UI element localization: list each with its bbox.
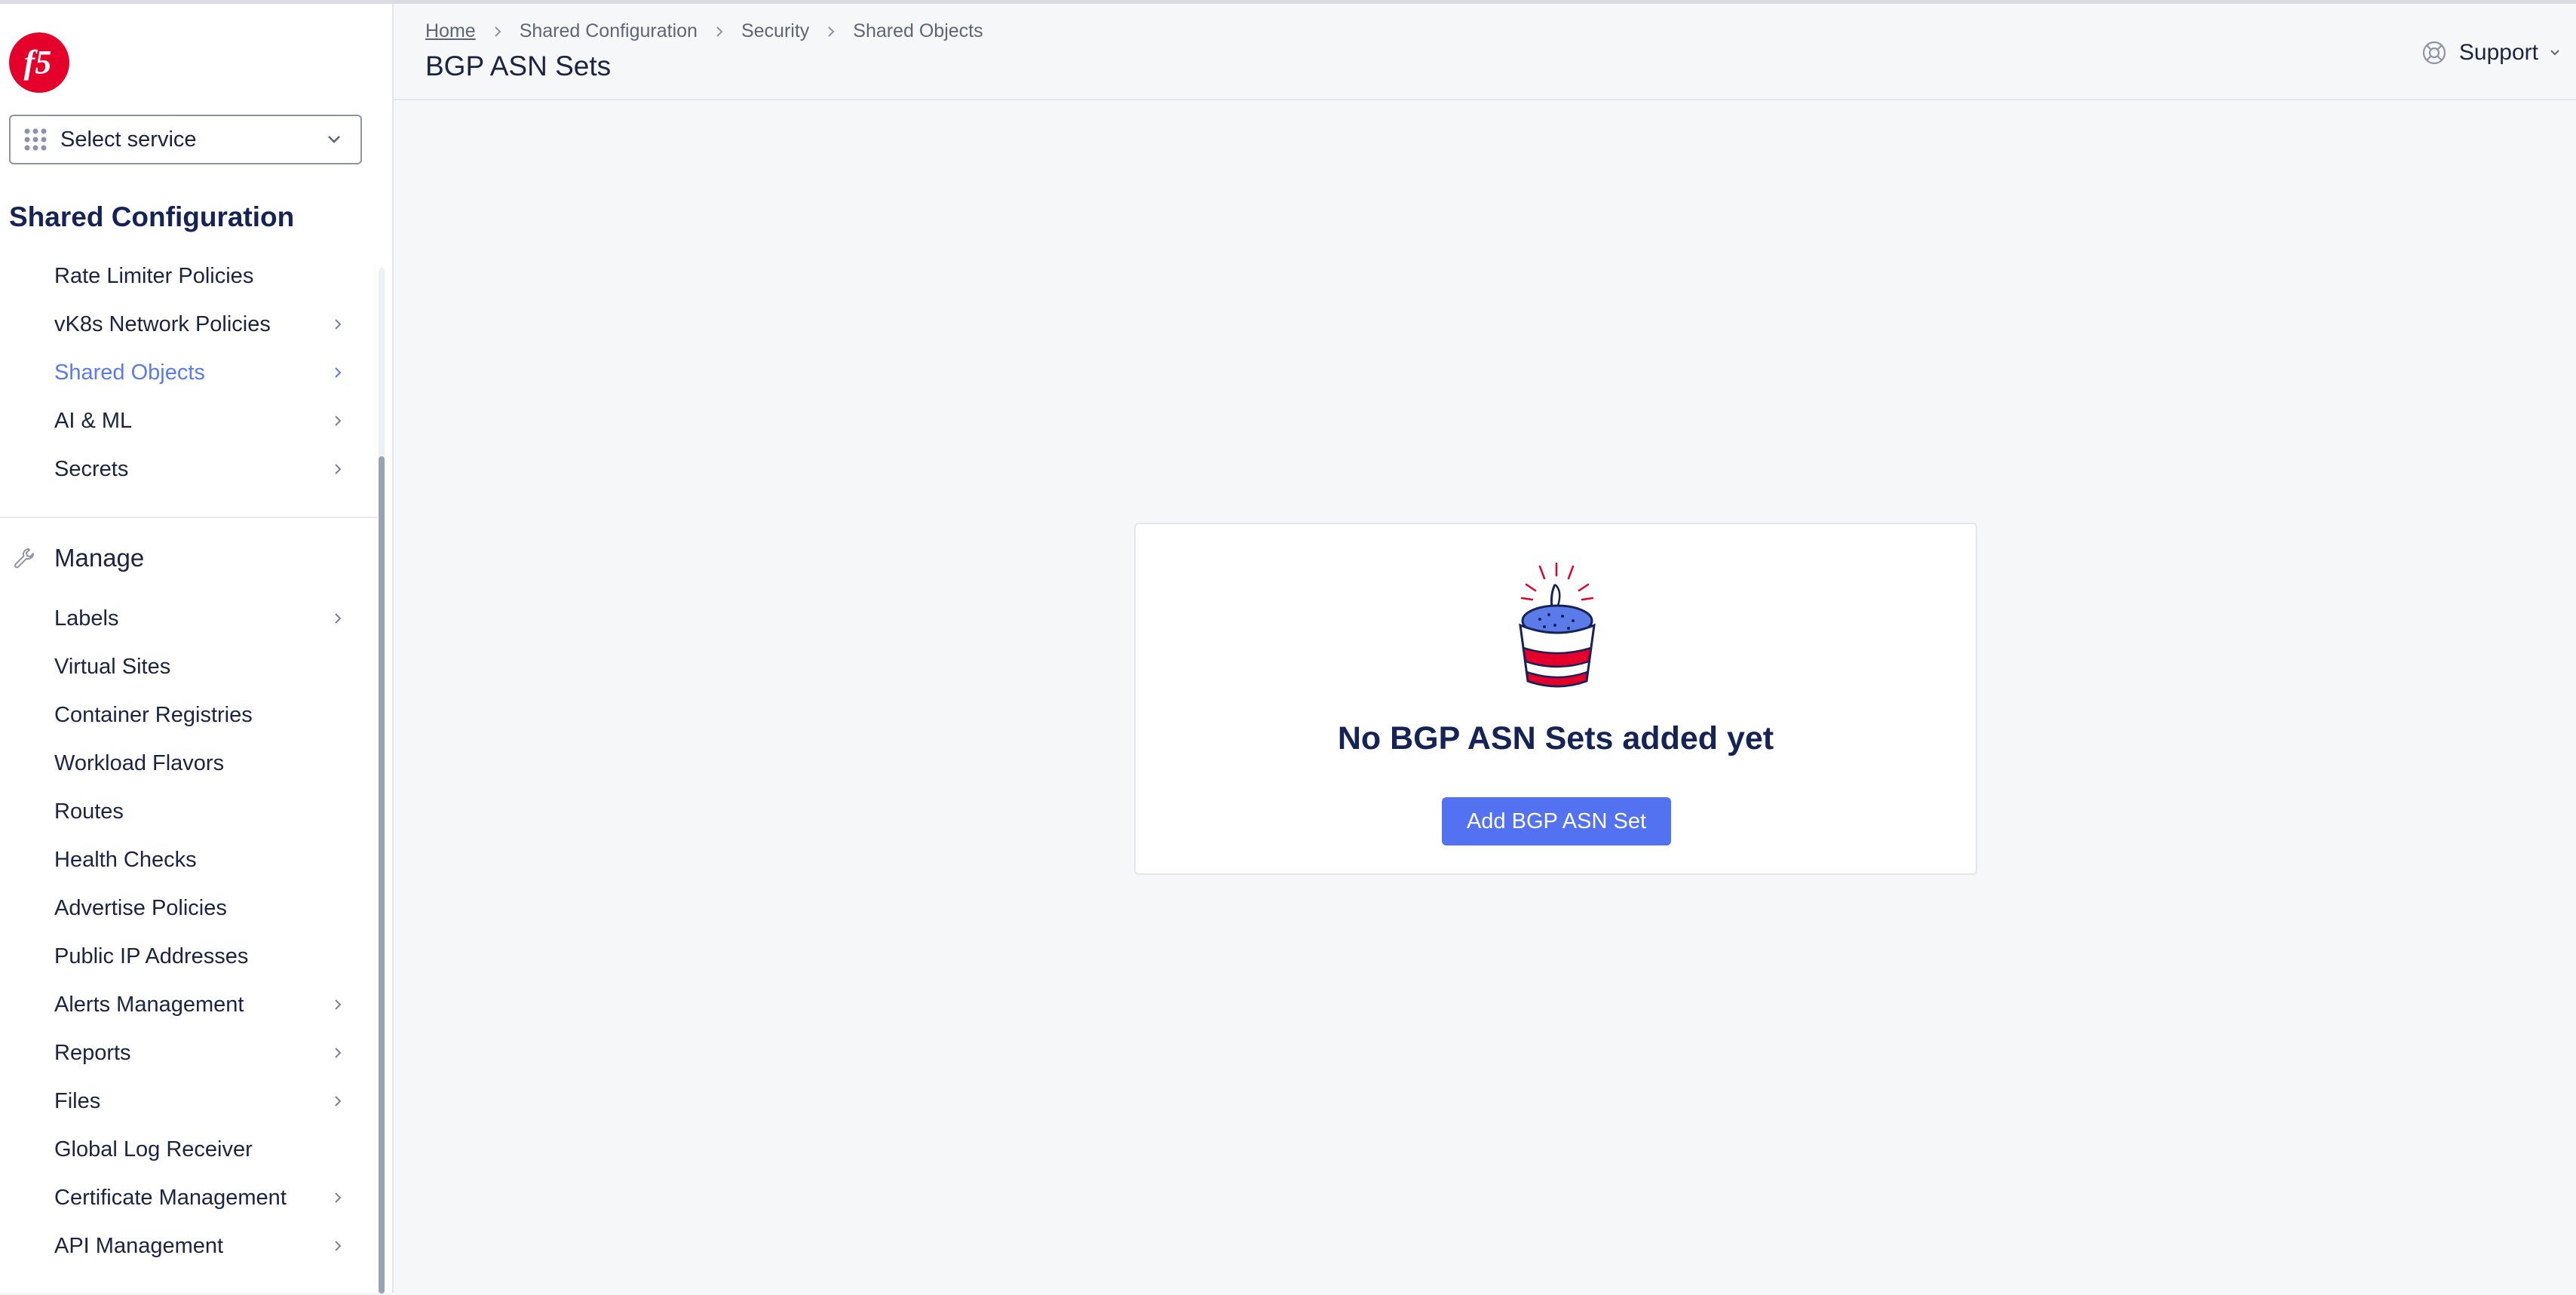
sidebar-item-global-log-receiver[interactable]: Global Log Receiver [0, 1128, 362, 1171]
chevron-right-icon [716, 26, 723, 37]
sidebar-item-routes[interactable]: Routes [0, 790, 362, 833]
sidebar-item-label: Reports [54, 1040, 131, 1065]
chevron-right-icon [335, 1192, 342, 1203]
chevron-right-icon [335, 613, 342, 624]
page-title: BGP ASN Sets [425, 51, 612, 81]
sidebar-item-ai-ml[interactable]: AI & ML [0, 400, 362, 442]
sidebar-item-label: Secrets [54, 456, 129, 481]
sidebar-item-shared-objects[interactable]: Shared Objects [0, 351, 362, 394]
sidebar-item-label: Virtual Sites [54, 654, 171, 679]
sidebar-item-container-registries[interactable]: Container Registries [0, 694, 362, 736]
breadcrumb-home[interactable]: Home [425, 20, 476, 42]
sidebar-item-public-ip-addresses[interactable]: Public IP Addresses [0, 935, 362, 977]
sidebar-item-advertise-policies[interactable]: Advertise Policies [0, 887, 362, 929]
breadcrumb-shared-objects[interactable]: Shared Objects [853, 20, 983, 42]
popcorn-bucket-icon [1519, 562, 1596, 688]
empty-state-card: No BGP ASN Sets added yet Add BGP ASN Se… [1134, 523, 1977, 875]
page-header: Home Shared Configuration Security Share… [394, 4, 2576, 100]
chevron-right-icon [335, 1241, 342, 1251]
sidebar-item-label: API Management [54, 1233, 224, 1258]
breadcrumb-security[interactable]: Security [741, 20, 809, 42]
sidebar-item-api-management[interactable]: API Management [0, 1225, 362, 1267]
sidebar-item-label: Advertise Policies [54, 895, 227, 920]
sidebar-item-label: Health Checks [54, 847, 197, 872]
sidebar-item-rate-limiter-policies[interactable]: Rate Limiter Policies [0, 255, 362, 297]
sidebar-item-label: Files [54, 1088, 101, 1113]
chevron-right-icon [335, 1048, 342, 1058]
wrench-icon [14, 548, 35, 569]
sidebar-item-secrets[interactable]: Secrets [0, 448, 362, 490]
grid-icon [24, 128, 47, 151]
chevron-down-icon [328, 136, 340, 143]
support-label: Support [2458, 40, 2538, 65]
sidebar-divider [0, 517, 377, 518]
sidebar-item-label: Rate Limiter Policies [54, 263, 254, 288]
chevron-down-icon [2550, 50, 2559, 56]
sidebar-item-health-checks[interactable]: Health Checks [0, 839, 362, 881]
sidebar: f5 Select service Shared Configuration R… [0, 4, 394, 1295]
chevron-right-icon [335, 416, 342, 426]
breadcrumb: Home Shared Configuration Security Share… [425, 20, 983, 42]
sidebar-item-label: Routes [54, 799, 124, 824]
sidebar-item-labels[interactable]: Labels [0, 597, 362, 640]
add-bgp-asn-set-button[interactable]: Add BGP ASN Set [1442, 797, 1671, 845]
sidebar-item-reports[interactable]: Reports [0, 1032, 362, 1074]
sidebar-item-label: Alerts Management [54, 992, 244, 1017]
sidebar-item-label: Workload Flavors [54, 750, 225, 775]
chevron-right-icon [335, 367, 342, 378]
select-service-dropdown[interactable]: Select service [9, 115, 362, 164]
sidebar-item-label: Certificate Management [54, 1185, 287, 1210]
sidebar-item-label: Shared Objects [54, 360, 205, 385]
svg-text:f5: f5 [24, 44, 52, 81]
chevron-right-icon [335, 999, 342, 1010]
sidebar-item-label: Labels [54, 606, 119, 631]
sidebar-item-label: Container Registries [54, 702, 253, 727]
sidebar-group-label: Manage [54, 544, 145, 572]
sidebar-item-files[interactable]: Files [0, 1080, 362, 1122]
sidebar-item-virtual-sites[interactable]: Virtual Sites [0, 646, 362, 688]
lifebuoy-icon [2422, 41, 2446, 65]
chevron-right-icon [494, 26, 501, 37]
f5-logo[interactable]: f5 [8, 31, 71, 94]
sidebar-item-certificate-management[interactable]: Certificate Management [0, 1177, 362, 1219]
sidebar-item-workload-flavors[interactable]: Workload Flavors [0, 742, 362, 784]
sidebar-item-label: AI & ML [54, 408, 133, 433]
sidebar-section-title: Shared Configuration [9, 201, 295, 232]
chevron-right-icon [335, 464, 342, 474]
chevron-right-icon [335, 1096, 342, 1106]
chevron-right-icon [335, 319, 342, 330]
empty-state-title: No BGP ASN Sets added yet [1337, 720, 1774, 756]
sidebar-item-vk8s-network-policies[interactable]: vK8s Network Policies [0, 303, 362, 345]
sidebar-item-alerts-management[interactable]: Alerts Management [0, 984, 362, 1026]
sidebar-item-label: Global Log Receiver [54, 1137, 253, 1162]
breadcrumb-shared-configuration[interactable]: Shared Configuration [520, 20, 698, 42]
chevron-right-icon [828, 26, 835, 37]
sidebar-item-label: Public IP Addresses [54, 944, 249, 968]
sidebar-scrollbar-thumb[interactable] [379, 456, 385, 1293]
support-menu[interactable]: Support [2421, 40, 2561, 66]
sidebar-group-manage[interactable]: Manage [0, 535, 362, 581]
sidebar-item-label: vK8s Network Policies [54, 311, 271, 336]
select-service-label: Select service [60, 127, 197, 152]
